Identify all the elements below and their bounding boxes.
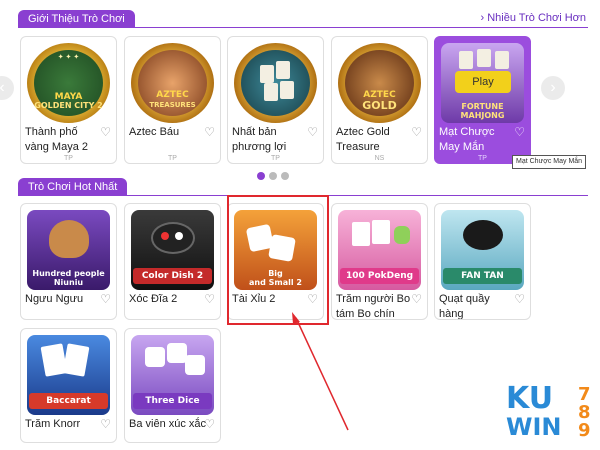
logo-digits: 789 [578, 384, 591, 441]
logo-line1: KU [506, 381, 554, 416]
logo-line2: WIN [506, 413, 562, 441]
